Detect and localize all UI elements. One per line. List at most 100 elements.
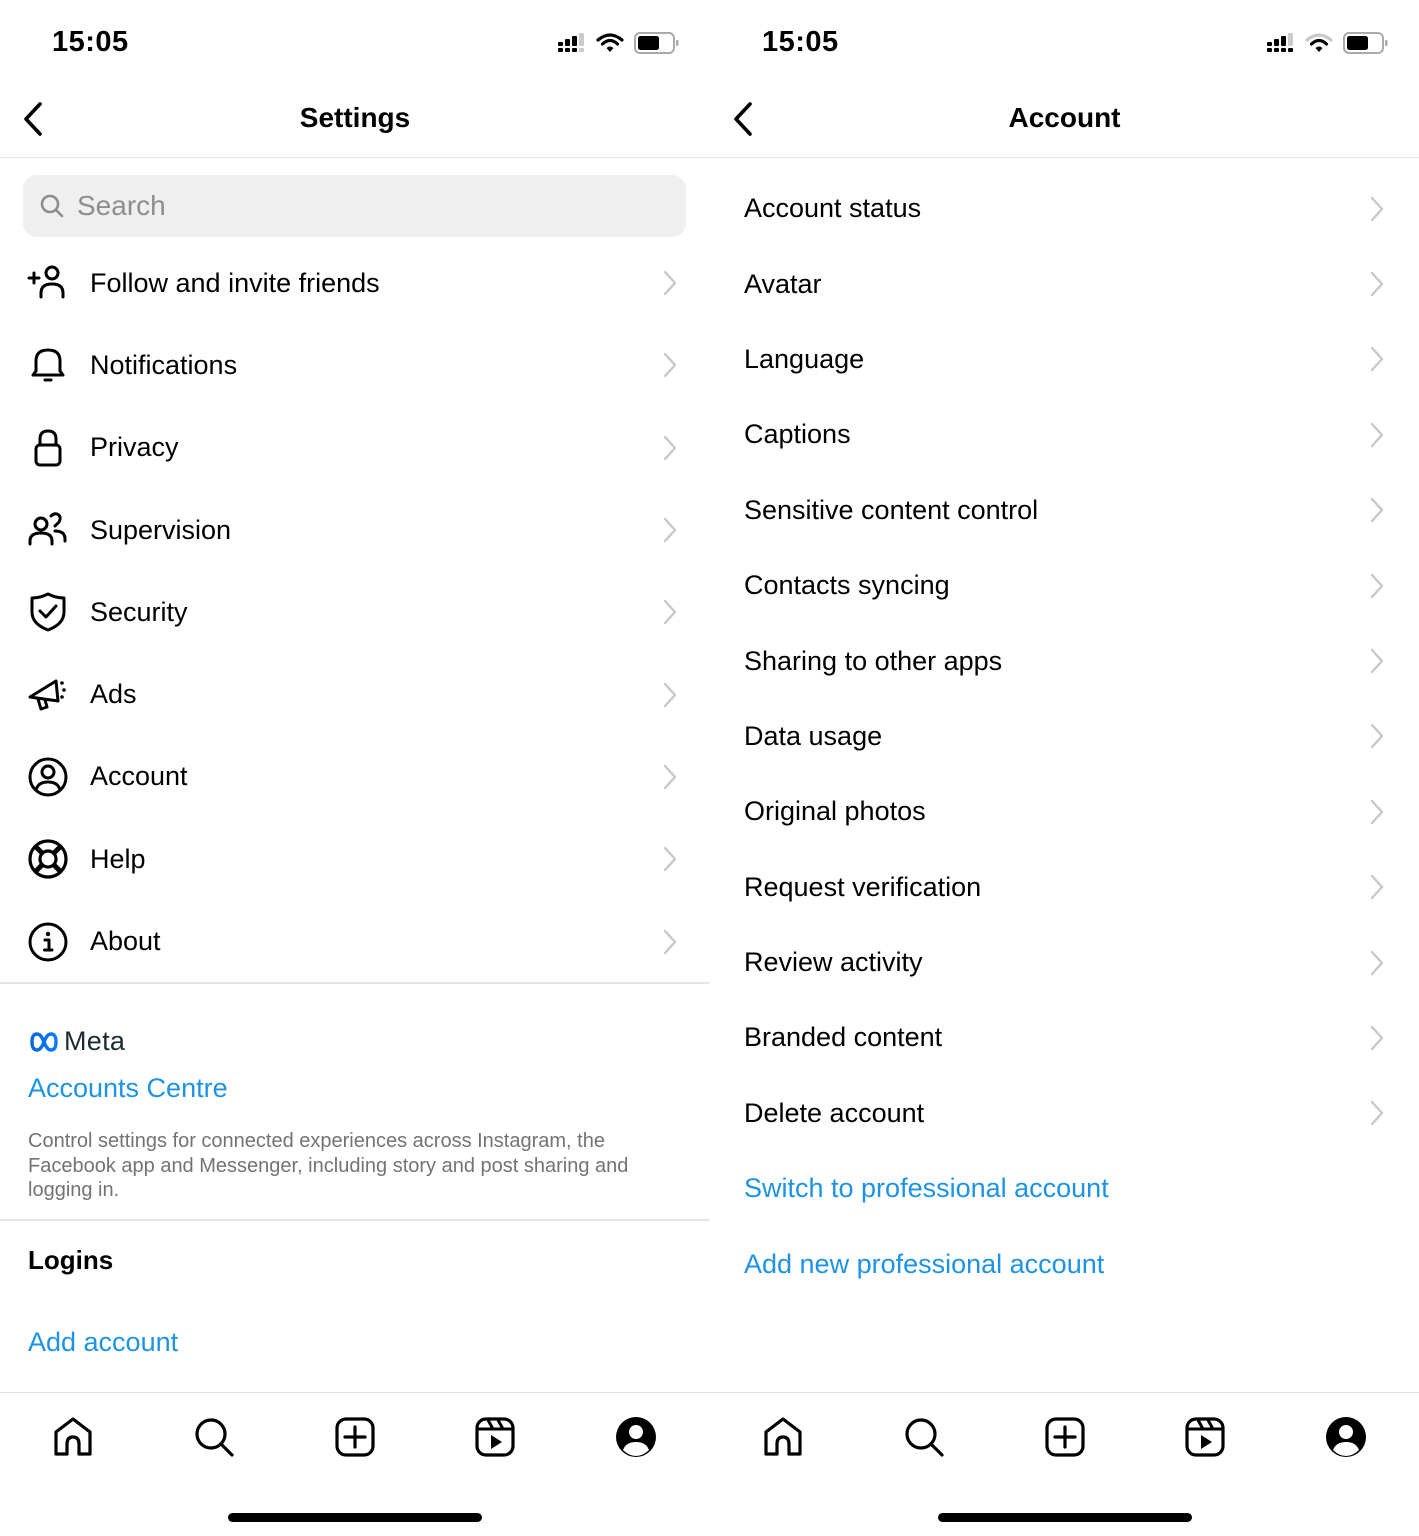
tab-profile[interactable] bbox=[614, 1415, 658, 1459]
search-field[interactable] bbox=[23, 175, 686, 237]
switch-professional-label: Switch to professional account bbox=[744, 1173, 1109, 1204]
logins-heading: Logins bbox=[28, 1245, 114, 1275]
status-time: 15:05 bbox=[52, 26, 129, 58]
account-item-captions[interactable]: Captions bbox=[710, 397, 1419, 472]
page-title: Settings bbox=[299, 102, 411, 133]
create-post-icon bbox=[335, 1417, 375, 1457]
chevron-right-icon bbox=[1370, 724, 1384, 749]
page-title: Account bbox=[1008, 102, 1121, 133]
accounts-centre-description: Control settings for connected experienc… bbox=[28, 1130, 629, 1201]
chevron-right-icon bbox=[1370, 347, 1384, 372]
nav-header: Account bbox=[710, 86, 1419, 158]
add-account-link[interactable]: Add account bbox=[28, 1327, 178, 1358]
home-icon bbox=[764, 1417, 802, 1456]
chevron-right-icon bbox=[1370, 196, 1384, 221]
meta-brand: Meta bbox=[64, 1026, 126, 1056]
profile-icon bbox=[1326, 1417, 1366, 1457]
account-item-label: Sensitive content control bbox=[744, 494, 1039, 525]
settings-item-privacy[interactable]: Privacy bbox=[0, 407, 710, 489]
settings-item-label: About bbox=[90, 926, 161, 957]
home-indicator bbox=[228, 1513, 482, 1522]
account-item-delete-account[interactable]: Delete account bbox=[710, 1076, 1419, 1151]
settings-item-label: Supervision bbox=[90, 514, 232, 545]
chevron-right-icon bbox=[663, 600, 677, 625]
account-settings-list: Account status Avatar Language Captions … bbox=[710, 171, 1419, 1302]
add-professional-link[interactable]: Add new professional account bbox=[710, 1226, 1419, 1301]
account-item-label: Branded content bbox=[744, 1022, 943, 1053]
account-item-branded-content[interactable]: Branded content bbox=[710, 1000, 1419, 1075]
add-professional-label: Add new professional account bbox=[744, 1248, 1105, 1279]
status-icons bbox=[558, 30, 680, 56]
chevron-right-icon bbox=[1370, 875, 1384, 900]
account-item-label: Original photos bbox=[744, 796, 926, 827]
account-item-data-usage[interactable]: Data usage bbox=[710, 699, 1419, 774]
shield-check-icon bbox=[26, 590, 70, 634]
search-icon bbox=[40, 194, 64, 218]
home-icon bbox=[54, 1417, 92, 1456]
account-item-original-photos[interactable]: Original photos bbox=[710, 774, 1419, 849]
tab-search[interactable] bbox=[902, 1415, 946, 1459]
reels-icon bbox=[1185, 1417, 1225, 1457]
tab-reels[interactable] bbox=[1183, 1415, 1227, 1459]
battery-icon bbox=[634, 32, 679, 54]
chevron-right-icon bbox=[1370, 1025, 1384, 1051]
account-item-sharing-other-apps[interactable]: Sharing to other apps bbox=[710, 623, 1419, 698]
cellular-signal-icon bbox=[1267, 33, 1293, 52]
settings-item-ads[interactable]: Ads bbox=[0, 653, 710, 735]
account-item-request-verification[interactable]: Request verification bbox=[710, 850, 1419, 925]
settings-item-follow-invite[interactable]: Follow and invite friends bbox=[0, 242, 710, 324]
settings-item-about[interactable]: About bbox=[0, 900, 710, 982]
account-item-account-status[interactable]: Account status bbox=[710, 171, 1419, 246]
status-bar: 15:05 bbox=[710, 0, 1419, 86]
lock-icon bbox=[26, 426, 70, 470]
tab-bar bbox=[0, 1392, 710, 1482]
search-input[interactable] bbox=[77, 190, 637, 222]
account-item-contacts-syncing[interactable]: Contacts syncing bbox=[710, 548, 1419, 623]
switch-professional-link[interactable]: Switch to professional account bbox=[710, 1151, 1419, 1226]
wifi-icon bbox=[596, 33, 624, 52]
settings-item-label: Follow and invite friends bbox=[90, 267, 380, 298]
settings-item-label: Help bbox=[90, 843, 146, 874]
settings-item-account[interactable]: Account bbox=[0, 736, 710, 818]
tab-search[interactable] bbox=[192, 1415, 236, 1459]
meta-infinity-icon bbox=[30, 1031, 58, 1052]
tab-home[interactable] bbox=[761, 1415, 805, 1459]
add-person-icon bbox=[26, 261, 70, 305]
nav-header: Settings bbox=[0, 86, 710, 158]
chevron-right-icon bbox=[663, 517, 677, 543]
tab-reels[interactable] bbox=[473, 1415, 517, 1459]
section-divider bbox=[0, 982, 710, 984]
settings-item-help[interactable]: Help bbox=[0, 818, 710, 900]
account-item-avatar[interactable]: Avatar bbox=[710, 246, 1419, 321]
wifi-icon bbox=[1305, 33, 1333, 52]
settings-item-label: Ads bbox=[90, 679, 137, 710]
account-item-label: Language bbox=[744, 343, 865, 374]
chevron-right-icon bbox=[663, 353, 677, 378]
info-icon bbox=[26, 920, 70, 964]
account-item-label: Account status bbox=[744, 193, 922, 224]
account-item-sensitive-content[interactable]: Sensitive content control bbox=[710, 473, 1419, 548]
battery-icon bbox=[1343, 32, 1388, 54]
account-item-review-activity[interactable]: Review activity bbox=[710, 925, 1419, 1000]
settings-item-notifications[interactable]: Notifications bbox=[0, 324, 710, 406]
profile-icon bbox=[616, 1417, 656, 1457]
home-indicator bbox=[938, 1513, 1192, 1522]
settings-item-label: Security bbox=[90, 596, 188, 627]
account-circle-icon bbox=[26, 755, 70, 799]
tab-create[interactable] bbox=[1043, 1415, 1087, 1459]
settings-screen: 15:05 Settings Search Follow and invite … bbox=[0, 0, 710, 1536]
tab-profile[interactable] bbox=[1324, 1415, 1368, 1459]
settings-item-security[interactable]: Security bbox=[0, 571, 710, 653]
people-icon bbox=[26, 508, 70, 552]
account-item-language[interactable]: Language bbox=[710, 322, 1419, 397]
chevron-right-icon bbox=[1370, 271, 1384, 297]
tab-home[interactable] bbox=[51, 1415, 95, 1459]
accounts-centre-link[interactable]: Accounts Centre bbox=[28, 1073, 228, 1104]
account-item-label: Contacts syncing bbox=[744, 570, 950, 601]
settings-item-supervision[interactable]: Supervision bbox=[0, 489, 710, 571]
tab-bar bbox=[710, 1392, 1419, 1482]
account-screen: 15:05 Account Account status Avatar Lang… bbox=[710, 0, 1419, 1536]
account-item-label: Data usage bbox=[744, 720, 883, 751]
chevron-right-icon bbox=[1370, 799, 1384, 825]
tab-create[interactable] bbox=[333, 1415, 377, 1459]
